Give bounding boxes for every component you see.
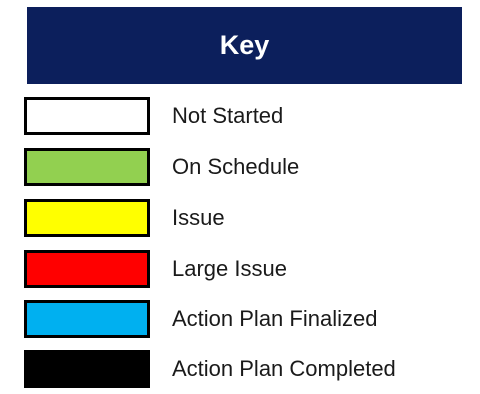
legend-swatch-issue xyxy=(24,199,150,237)
legend-label-action-plan-completed: Action Plan Completed xyxy=(172,356,396,381)
legend-item-issue: Issue xyxy=(24,199,474,243)
legend-swatch-action-plan-completed xyxy=(24,350,150,388)
legend-label-large-issue: Large Issue xyxy=(172,256,287,281)
legend-swatch-on-schedule xyxy=(24,148,150,186)
legend-label-issue: Issue xyxy=(172,205,225,230)
legend-item-large-issue: Large Issue xyxy=(24,250,474,294)
legend-label-action-plan-finalized: Action Plan Finalized xyxy=(172,306,378,331)
legend-swatch-action-plan-finalized xyxy=(24,300,150,338)
legend-item-action-plan-completed: Action Plan Completed xyxy=(24,350,474,394)
legend-item-action-plan-finalized: Action Plan Finalized xyxy=(24,300,474,344)
legend-swatch-large-issue xyxy=(24,250,150,288)
legend: Not Started On Schedule Issue Large Issu… xyxy=(0,0,480,390)
legend-item-on-schedule: On Schedule xyxy=(24,148,474,192)
legend-label-on-schedule: On Schedule xyxy=(172,154,300,179)
legend-swatch-not-started xyxy=(24,97,150,135)
legend-label-not-started: Not Started xyxy=(172,103,284,128)
legend-item-not-started: Not Started xyxy=(24,97,474,141)
